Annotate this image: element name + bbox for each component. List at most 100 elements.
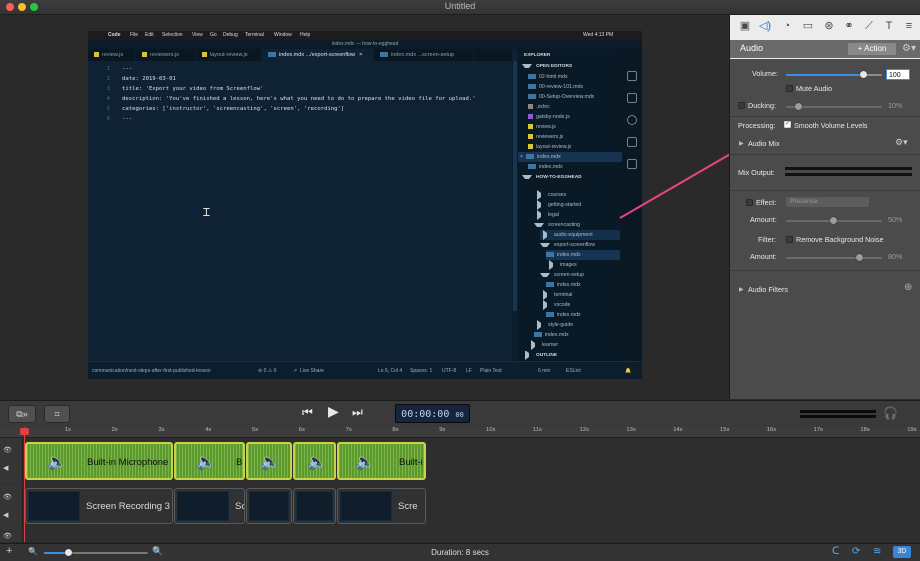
list-item[interactable]: 02-html.mdx — [528, 72, 568, 82]
list-item[interactable]: gatsby-node.js — [528, 112, 570, 122]
list-item[interactable]: 00-Setup-Overview.mdx — [528, 92, 594, 102]
tab-reviewers-js[interactable]: reviewers.js — [136, 49, 196, 61]
annotations-icon[interactable]: ⟋ — [862, 19, 876, 33]
list-item[interactable]: 00-review-101.mdx — [528, 82, 583, 92]
tab-review-js[interactable]: review.js — [88, 49, 136, 61]
fast-forward-button[interactable]: ⏭ — [352, 405, 363, 420]
ducking-checkbox[interactable] — [738, 102, 745, 109]
playhead[interactable] — [24, 427, 25, 542]
eye-icon[interactable]: 👁 — [3, 446, 12, 454]
tree-folder[interactable]: images — [546, 260, 577, 270]
list-item[interactable]: review.js — [528, 122, 556, 132]
eye-icon[interactable]: 👁 — [3, 493, 12, 501]
gear-icon[interactable]: ⚙▾ — [902, 43, 916, 54]
crop-tool-button[interactable]: ⌗ — [44, 405, 70, 423]
eye-icon[interactable]: 👁 — [3, 532, 12, 540]
speaker-icon[interactable]: ◀ — [3, 464, 8, 472]
tree-file[interactable]: index.mdx — [546, 280, 581, 290]
tab-layout-review-js[interactable]: layout-review.js — [196, 49, 262, 61]
video-properties-icon[interactable]: ▣ — [738, 19, 752, 33]
gear-icon[interactable]: ⚙▾ — [895, 137, 908, 148]
caption-icon[interactable]: ≡ — [902, 19, 916, 33]
project-header[interactable]: HOW-TO-EGGHEAD — [522, 173, 582, 183]
list-item[interactable]: reviewers.js — [528, 132, 563, 142]
tree-folder[interactable]: terminal — [540, 290, 572, 300]
video-clip[interactable]: Sc — [174, 488, 245, 524]
tree-folder[interactable]: style-guide — [534, 320, 573, 330]
files-icon[interactable] — [627, 71, 637, 81]
loop-icon[interactable]: ⟳ — [852, 546, 860, 557]
tree-folder[interactable]: vscode — [540, 300, 570, 310]
smooth-volume-checkbox[interactable] — [784, 119, 791, 128]
extensions-icon[interactable] — [627, 159, 637, 169]
bell-icon[interactable]: 🔔 — [625, 368, 631, 374]
noise-amount-slider[interactable] — [786, 254, 882, 261]
tree-folder[interactable]: learner — [528, 340, 558, 350]
audio-clip[interactable]: 🔈 — [293, 442, 336, 480]
status-problems[interactable]: ⊘ 0 ⚠ 0 — [258, 368, 276, 374]
open-editors-header[interactable]: OPEN EDITORS — [522, 62, 572, 72]
close-tab-icon[interactable]: × — [359, 52, 362, 58]
remove-noise-checkbox[interactable] — [786, 236, 793, 243]
callout-icon[interactable]: ▭ — [801, 19, 815, 33]
snap-tool-button[interactable]: ⧉» — [8, 405, 36, 423]
audio-clip[interactable]: 🔈 Built-in Microphone — [25, 442, 173, 480]
headphones-icon[interactable]: 🎧 — [883, 406, 898, 420]
tree-file[interactable]: index.mdx — [534, 330, 569, 340]
tree-folder[interactable]: export-screenflow — [540, 240, 595, 250]
audio-clip[interactable]: 🔈 — [246, 442, 292, 480]
list-item[interactable]: index.mdx — [528, 162, 563, 172]
tree-folder[interactable]: audio-equipment — [540, 230, 620, 240]
mute-audio-checkbox[interactable] — [786, 85, 793, 92]
code-editor[interactable]: 1 --- 2 date: 2019-03-01 3 title: 'Export y… — [88, 61, 512, 361]
volume-slider-knob[interactable] — [859, 71, 867, 78]
status-eslint[interactable]: ESLint — [566, 368, 581, 374]
tree-folder[interactable]: courses — [534, 190, 566, 200]
effect-select[interactable]: Presence — [786, 197, 869, 207]
search-icon[interactable] — [627, 93, 637, 103]
touch-callout-icon[interactable]: ⊛ — [822, 19, 836, 33]
screen-recording-preview[interactable]: Code File Edit Selection View Go Debug T… — [88, 31, 642, 379]
volume-field[interactable]: 100 — [886, 69, 910, 80]
audio-mix-label[interactable]: Audio Mix — [748, 139, 780, 148]
audio-properties-icon[interactable]: ◁) — [758, 19, 772, 33]
tree-file[interactable]: index.mdx — [546, 310, 581, 320]
magnet-icon[interactable]: ᑕ — [832, 546, 839, 557]
status-spaces[interactable]: Spaces: 1 — [410, 368, 432, 374]
video-clip[interactable] — [246, 488, 292, 524]
status-liveshare[interactable]: Live Share — [300, 368, 324, 374]
status-eol[interactable]: LF — [466, 368, 472, 374]
timeline-ruler[interactable]: 1s 2s 3s 4s 5s 6s 7s 8s 9s 10s 11s 12s 13s 14s 15s 16s 1… — [0, 427, 920, 438]
audio-clip[interactable]: 🔈 Built-i — [337, 442, 426, 480]
3d-toggle-icon[interactable]: 3D — [893, 546, 911, 558]
status-encoding[interactable]: UTF-8 — [442, 368, 456, 374]
effect-amount-slider[interactable] — [786, 217, 882, 224]
video-clip[interactable]: Screen Recording 3 — [25, 488, 173, 524]
tree-file[interactable]: index.mdx — [546, 250, 620, 260]
tree-folder[interactable]: getting-started — [534, 200, 581, 210]
canvas-area[interactable]: Code File Edit Selection View Go Debug T… — [0, 15, 728, 399]
audio-filters-label[interactable]: Audio Filters — [748, 285, 788, 294]
github-icon[interactable] — [627, 115, 637, 125]
speaker-icon[interactable]: ◀ — [3, 511, 8, 519]
screen-recording-icon[interactable]: ◔ — [780, 19, 794, 33]
list-item[interactable]: × index.mdx — [518, 152, 622, 162]
volume-slider[interactable] — [786, 71, 882, 78]
tree-folder[interactable]: screen-setup — [540, 270, 584, 280]
ducking-slider-knob[interactable] — [795, 103, 802, 110]
outline-header[interactable]: OUTLINE — [522, 351, 557, 361]
effect-checkbox[interactable] — [746, 199, 753, 206]
ducking-slider[interactable] — [786, 103, 882, 110]
tree-folder[interactable]: screencasting — [534, 220, 580, 230]
add-filter-icon[interactable]: ⊕ — [904, 282, 912, 293]
status-language[interactable]: Plain Text — [480, 368, 502, 374]
list-item[interactable]: layout-review.js — [528, 142, 571, 152]
play-button[interactable]: ▶ — [328, 403, 339, 420]
status-branch[interactable]: communication/next-steps-after-first-pub… — [92, 368, 211, 374]
status-position[interactable]: Ln 6, Col 4 — [378, 368, 402, 374]
noise-amount-knob[interactable] — [856, 254, 863, 261]
list-item[interactable]: .zshrc — [528, 102, 550, 112]
rewind-button[interactable]: ⏮ — [302, 405, 313, 420]
audio-clip[interactable]: 🔈Bu — [174, 442, 245, 480]
video-clip[interactable]: Scre — [337, 488, 426, 524]
